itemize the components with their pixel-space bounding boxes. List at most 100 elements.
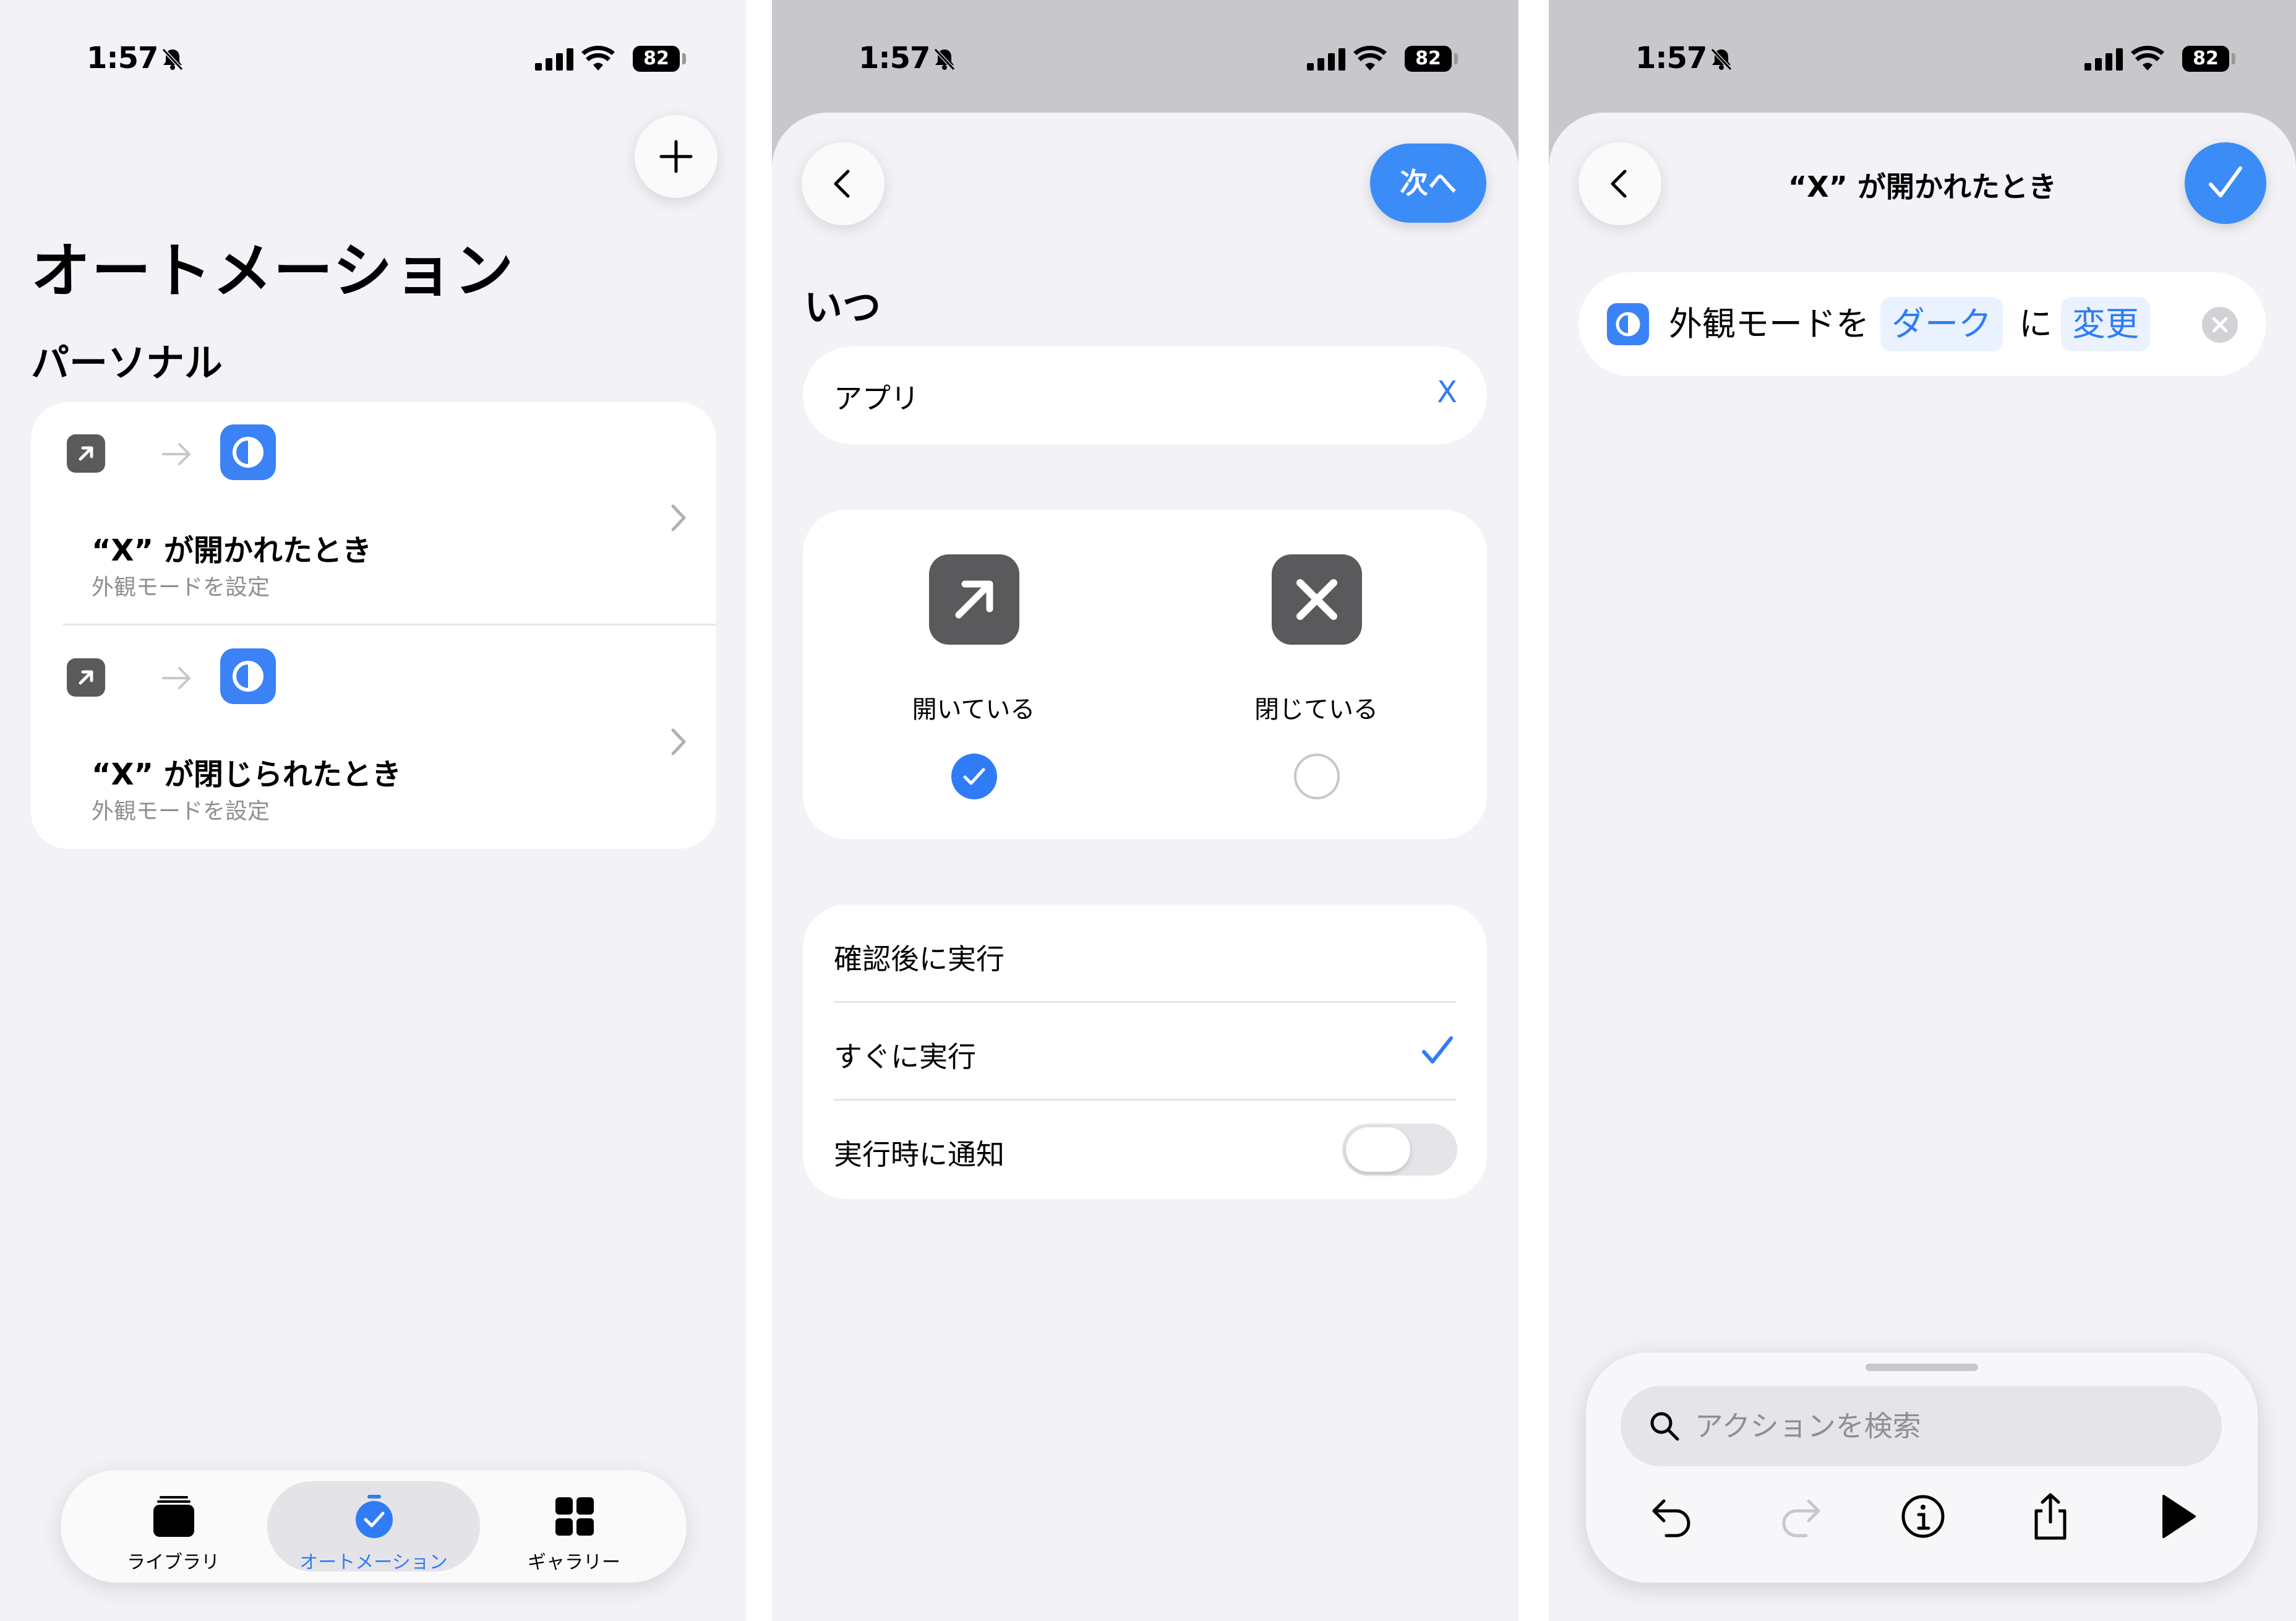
battery-indicator: 82	[633, 46, 680, 72]
automation-subtitle: 外観モードを設定	[92, 799, 270, 824]
tab-label: ライブラリ	[127, 1552, 220, 1573]
action-text-middle: に	[2019, 304, 2052, 343]
run-option-label: 確認後に実行	[834, 942, 1004, 976]
when-heading: いつ	[804, 285, 881, 330]
operation-token[interactable]: 変更	[2061, 297, 2150, 351]
automation-list-screen: 1:57 82 オートメーション パーソナル “X” が開かれたとき 外観モード…	[0, 0, 747, 1621]
undo-icon[interactable]	[1645, 1489, 1701, 1544]
chevron-left-icon	[834, 170, 850, 198]
gallery-grid-icon	[555, 1497, 594, 1536]
state-label: 開いている	[912, 695, 1035, 724]
wifi-icon	[2131, 46, 2164, 71]
battery-indicator: 82	[1405, 46, 1452, 72]
battery-indicator: 82	[2182, 46, 2229, 72]
run-options-card: 確認後に実行 すぐに実行 実行時に通知	[803, 905, 1487, 1199]
radio-checked[interactable]	[951, 754, 997, 799]
run-option-after-confirm[interactable]: 確認後に実行	[803, 905, 1487, 1002]
appearance-mode-icon	[220, 648, 276, 704]
automation-subtitle: 外観モードを設定	[92, 575, 270, 600]
nav-title: “X” が開かれたとき	[1788, 170, 2057, 204]
checkmark-icon	[1422, 1036, 1453, 1064]
tab-library[interactable]: ライブラリ	[67, 1481, 280, 1573]
remove-action-button[interactable]	[2202, 307, 2238, 343]
chevron-right-icon	[671, 504, 686, 531]
page-title: オートメーション	[31, 236, 515, 306]
automation-title: “X” が閉じられたとき	[92, 757, 401, 792]
cellular-signal-icon	[535, 48, 573, 71]
automation-card: “X” が開かれたとき 外観モードを設定 “X” が閉じられたとき 外観モードを…	[31, 402, 716, 849]
arrow-right-icon	[162, 667, 191, 689]
bell-muted-icon	[161, 48, 184, 71]
run-option-notify: 実行時に通知	[803, 1100, 1487, 1198]
action-text-prefix: 外観モードを	[1669, 304, 1869, 343]
state-option-opened[interactable]: 開いている	[881, 554, 1066, 814]
info-icon[interactable]	[1895, 1489, 1951, 1544]
tab-automation[interactable]: オートメーション	[267, 1481, 480, 1573]
search-input[interactable]	[1695, 1398, 2190, 1454]
status-bar: 1:57 82	[772, 41, 1519, 78]
automation-clock-check-icon	[356, 1495, 393, 1538]
app-label: アプリ	[834, 382, 919, 415]
section-title-personal: パーソナル	[31, 340, 223, 385]
bell-muted-icon	[1710, 48, 1733, 71]
row-divider	[63, 624, 716, 626]
modal-sheet: 次へ いつ アプリ X 開いている 閉じている 確認後に実行 すぐに実行 実行時…	[772, 113, 1519, 1621]
search-field[interactable]	[1621, 1386, 2222, 1466]
app-open-icon	[929, 554, 1019, 645]
state-label: 閉じている	[1254, 695, 1378, 724]
search-icon	[1650, 1412, 1679, 1441]
sheet-grabber[interactable]	[1866, 1364, 1978, 1371]
action-block-set-appearance[interactable]: 外観モードを ダーク に 変更	[1578, 272, 2266, 376]
automation-row-closed[interactable]: “X” が閉じられたとき 外観モードを設定	[31, 626, 716, 849]
appearance-mode-icon	[220, 424, 276, 480]
play-icon[interactable]	[2149, 1489, 2204, 1544]
run-option-immediately[interactable]: すぐに実行	[803, 1002, 1487, 1100]
app-selector-row[interactable]: アプリ X	[803, 346, 1487, 444]
chevron-right-icon	[671, 728, 686, 755]
back-button[interactable]	[802, 142, 885, 225]
tab-label: ギャラリー	[528, 1552, 620, 1573]
tab-label: オートメーション	[299, 1552, 448, 1573]
appearance-value-token[interactable]: ダーク	[1880, 297, 2003, 351]
automation-editor-screen: 1:57 82 “X” が開かれたとき 外観モードを ダーク に 変更	[1549, 0, 2296, 1621]
battery-tip	[1454, 53, 1458, 64]
library-stack-icon	[153, 1496, 194, 1537]
add-automation-button[interactable]	[635, 115, 718, 198]
run-option-label: 実行時に通知	[834, 1138, 1004, 1171]
status-time: 1:57	[87, 41, 158, 75]
automation-row-opened[interactable]: “X” が開かれたとき 外観モードを設定	[31, 402, 716, 625]
wifi-icon	[581, 46, 615, 71]
status-bar: 1:57 82	[0, 41, 747, 78]
bell-muted-icon	[933, 48, 956, 71]
run-option-label: すぐに実行	[834, 1040, 976, 1073]
automation-title: “X” が開かれたとき	[92, 533, 372, 568]
next-button[interactable]: 次へ	[1370, 144, 1486, 223]
cellular-signal-icon	[2084, 48, 2123, 71]
arrow-right-icon	[162, 443, 191, 465]
share-icon[interactable]	[2023, 1489, 2078, 1544]
app-state-card: 開いている 閉じている	[803, 510, 1487, 839]
state-option-closed[interactable]: 閉じている	[1223, 554, 1409, 814]
radio-unchecked[interactable]	[1294, 754, 1340, 799]
redo-icon[interactable]	[1771, 1489, 1827, 1544]
appearance-mode-icon	[1607, 303, 1649, 345]
app-close-icon	[1272, 554, 1362, 645]
toggle-knob	[1346, 1127, 1410, 1172]
battery-tip	[682, 53, 686, 64]
tab-gallery[interactable]: ギャラリー	[468, 1481, 680, 1573]
app-value[interactable]: X	[1437, 375, 1457, 410]
action-search-panel	[1586, 1352, 2258, 1583]
status-time: 1:57	[859, 41, 930, 75]
notify-toggle[interactable]	[1342, 1124, 1457, 1176]
cellular-signal-icon	[1307, 48, 1345, 71]
wifi-icon	[1353, 46, 1387, 71]
done-button[interactable]	[2185, 142, 2266, 224]
app-open-icon	[67, 434, 105, 473]
status-bar: 1:57 82	[1549, 41, 2296, 78]
checkmark-icon	[2209, 166, 2242, 197]
app-open-icon	[67, 658, 105, 697]
automation-trigger-screen: 1:57 82 次へ いつ アプリ X 開いている 閉じている 確認後に実行 す…	[772, 0, 1519, 1621]
tab-bar: ライブラリ オートメーション ギャラリー	[61, 1470, 687, 1583]
status-time: 1:57	[1635, 41, 1707, 75]
battery-tip	[2232, 53, 2235, 64]
